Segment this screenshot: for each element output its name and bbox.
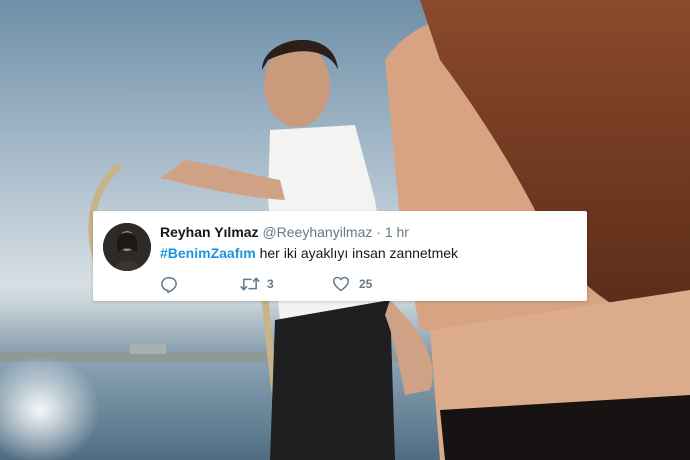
- hashtag-link[interactable]: #BenimZaafım: [160, 245, 256, 261]
- avatar[interactable]: [103, 223, 151, 271]
- avatar-image: [103, 223, 151, 271]
- tweet-actions: 3 25: [160, 275, 372, 293]
- reply-button[interactable]: [160, 276, 240, 293]
- tweet-text: #BenimZaafım her iki ayaklıyı insan zann…: [160, 245, 458, 261]
- retweet-icon: [240, 277, 260, 291]
- tweet-card[interactable]: Reyhan Yılmaz @Reeyhanyilmaz · 1 hr #Ben…: [93, 211, 587, 301]
- display-name[interactable]: Reyhan Yılmaz: [160, 224, 259, 240]
- reply-icon: [161, 276, 177, 293]
- separator-dot: ·: [376, 224, 381, 240]
- retweet-button[interactable]: 3: [240, 276, 332, 292]
- retweet-count: 3: [267, 277, 274, 291]
- heart-icon: [332, 276, 349, 292]
- user-handle[interactable]: @Reeyhanyilmaz: [262, 224, 372, 240]
- tweet-time[interactable]: 1 hr: [385, 224, 409, 240]
- like-button[interactable]: 25: [332, 276, 372, 292]
- like-count: 25: [359, 277, 373, 291]
- tweet-header: Reyhan Yılmaz @Reeyhanyilmaz · 1 hr: [160, 224, 409, 240]
- tweet-body: her iki ayaklıyı insan zannetmek: [255, 245, 459, 261]
